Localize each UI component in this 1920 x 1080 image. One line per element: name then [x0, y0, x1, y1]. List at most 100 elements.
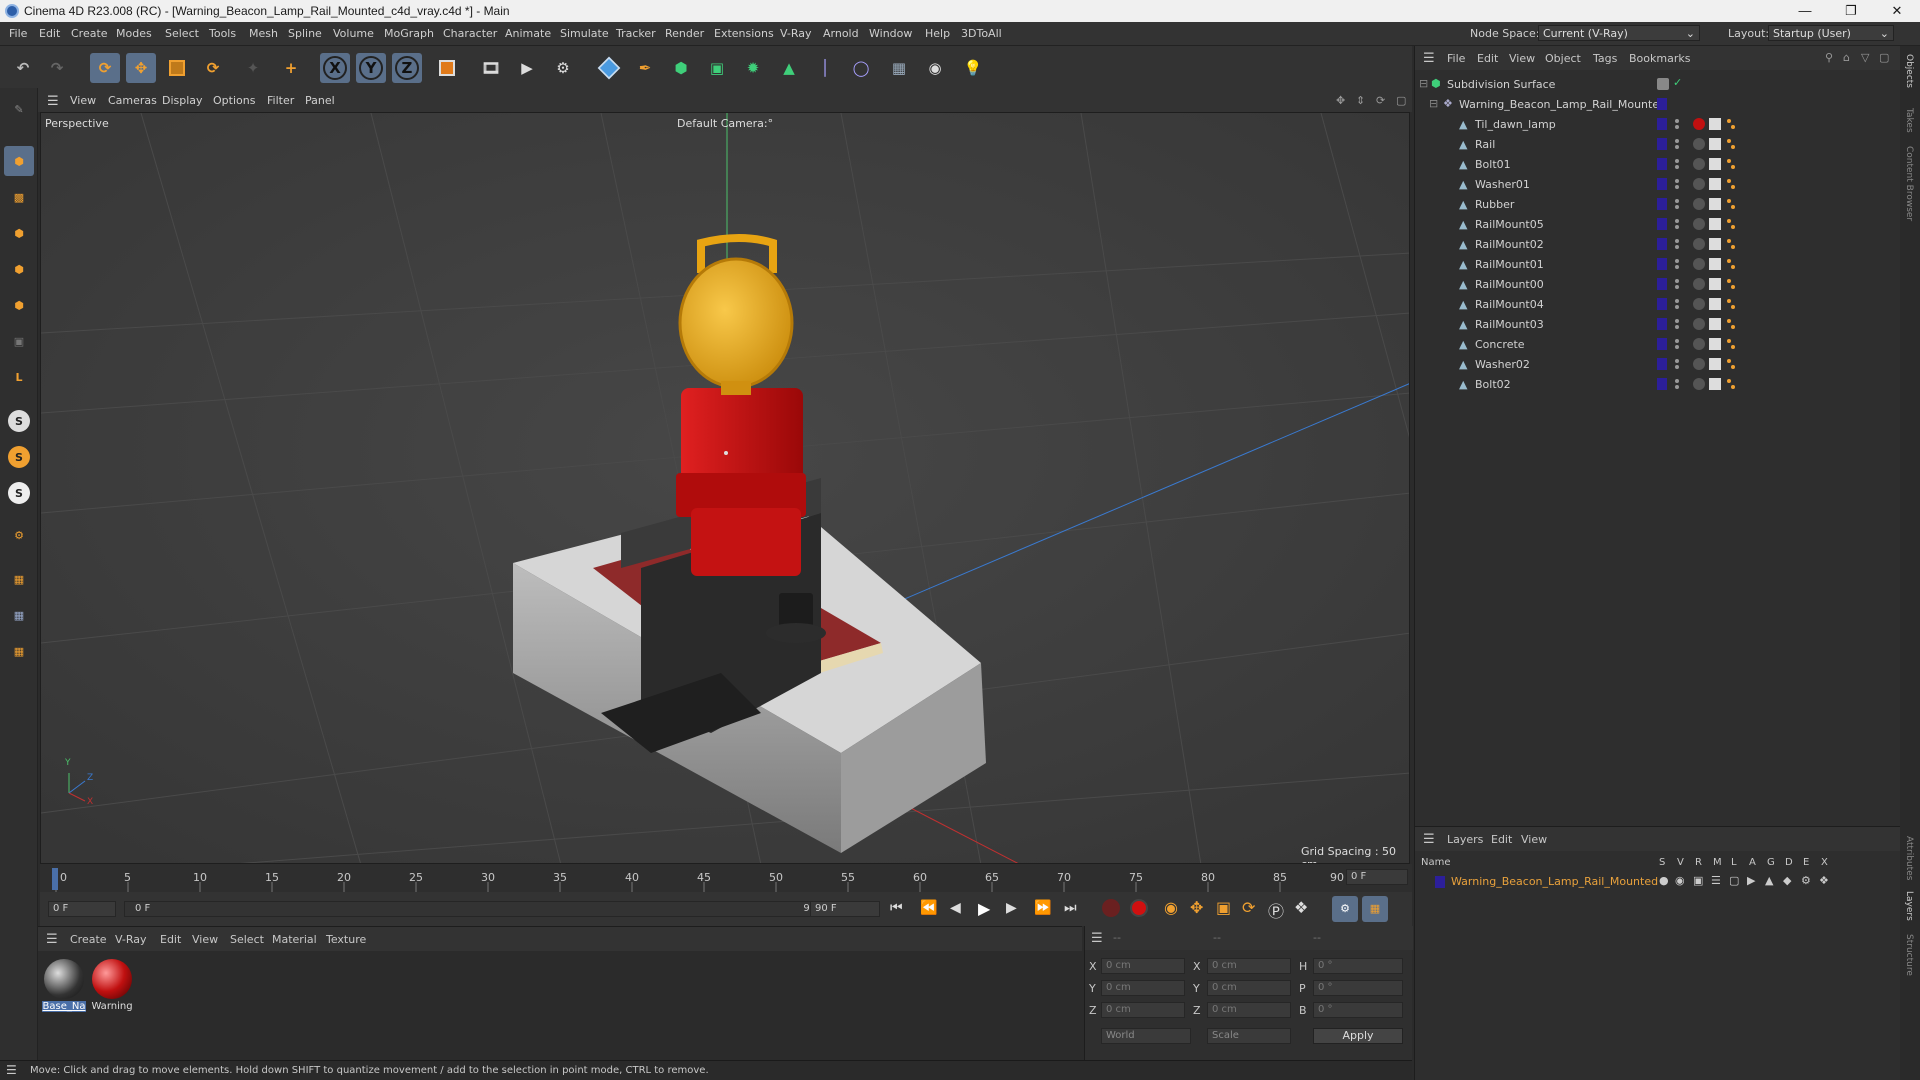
- mat-menu-select[interactable]: Select: [230, 933, 264, 946]
- coord-mode-dropdown[interactable]: World: [1101, 1028, 1191, 1044]
- maximize-button[interactable]: ❐: [1828, 0, 1874, 22]
- material-warning[interactable]: Warning: [90, 957, 134, 1015]
- menu-3dtoall[interactable]: 3DToAll: [961, 27, 1002, 40]
- layer-menu-layers[interactable]: Layers: [1447, 833, 1483, 846]
- maximize-view-icon[interactable]: ▢: [1396, 94, 1406, 107]
- material-base[interactable]: Base_Na: [42, 957, 86, 1015]
- layer-swatches[interactable]: [1657, 118, 1667, 390]
- menu-edit[interactable]: Edit: [39, 27, 60, 40]
- menu-tracker[interactable]: Tracker: [616, 27, 656, 40]
- hamburger-icon[interactable]: ☰: [47, 94, 59, 109]
- enable-checkbox[interactable]: [1657, 78, 1669, 90]
- next-frame-icon[interactable]: ▶: [1006, 900, 1017, 916]
- uv-mode-icon[interactable]: ▣: [4, 326, 34, 356]
- lock-toggle-icon[interactable]: ▢: [1729, 874, 1739, 887]
- field-icon[interactable]: ◯: [846, 53, 876, 83]
- tab-takes[interactable]: Takes: [1904, 108, 1914, 133]
- material-tags[interactable]: [1693, 118, 1705, 390]
- scale-icon[interactable]: [162, 53, 192, 83]
- search-icon[interactable]: ⚲: [1825, 51, 1833, 64]
- solo-toggle-icon[interactable]: ●: [1659, 874, 1669, 887]
- end-frame-field[interactable]: 90 F: [810, 901, 880, 917]
- deformer-icon[interactable]: ▲: [774, 53, 804, 83]
- menu-create[interactable]: Create: [71, 27, 108, 40]
- undo-icon[interactable]: ↶: [8, 53, 38, 83]
- recent-tool-icon[interactable]: ✦: [238, 53, 268, 83]
- pos-y-field[interactable]: 0 cm: [1101, 980, 1185, 996]
- camera-name[interactable]: Default Camera:°: [677, 117, 773, 130]
- camera-icon[interactable]: ◉: [920, 53, 950, 83]
- pan-icon[interactable]: ✥: [1336, 94, 1345, 107]
- menu-vray[interactable]: V-Ray: [780, 27, 812, 40]
- node-space-dropdown[interactable]: Current (V-Ray) ⌄: [1538, 25, 1700, 41]
- viewport-menu-view[interactable]: View: [70, 94, 96, 107]
- rot-h-field[interactable]: 0 °: [1313, 958, 1403, 974]
- menu-file[interactable]: File: [9, 27, 27, 40]
- hamburger-icon[interactable]: ☰: [1423, 832, 1435, 847]
- grid-icon[interactable]: ▦: [4, 564, 34, 594]
- current-frame-field[interactable]: 0 F: [1346, 869, 1408, 885]
- motion-mode-icon[interactable]: ⚙: [1332, 896, 1358, 922]
- timeline-layout-icon[interactable]: ▦: [1362, 896, 1388, 922]
- layer-menu-view[interactable]: View: [1521, 833, 1547, 846]
- pos-z-field[interactable]: 0 cm: [1101, 1002, 1185, 1018]
- tab-content-browser[interactable]: Content Browser: [1904, 146, 1914, 221]
- playhead[interactable]: [52, 868, 58, 890]
- go-to-start-icon[interactable]: ⏮: [890, 900, 903, 916]
- apply-button[interactable]: Apply: [1313, 1028, 1403, 1044]
- hamburger-icon[interactable]: ☰: [46, 932, 58, 947]
- redo-icon[interactable]: ↷: [42, 53, 72, 83]
- viewport-menu-display[interactable]: Display: [162, 94, 203, 107]
- render-settings-icon[interactable]: ⚙: [548, 53, 578, 83]
- menu-mograph[interactable]: MoGraph: [384, 27, 434, 40]
- menu-extensions[interactable]: Extensions: [714, 27, 774, 40]
- live-select-icon[interactable]: ⟳: [90, 53, 120, 83]
- prev-key-icon[interactable]: ⏪: [920, 900, 937, 916]
- orbit-icon[interactable]: ⟳: [1376, 94, 1385, 107]
- menu-render[interactable]: Render: [665, 27, 704, 40]
- mat-menu-view[interactable]: View: [192, 933, 218, 946]
- auto-key-icon[interactable]: [1130, 899, 1148, 917]
- viewport-menu-panel[interactable]: Panel: [305, 94, 335, 107]
- layer-menu-edit[interactable]: Edit: [1491, 833, 1512, 846]
- viewport[interactable]: Perspective Default Camera:° Grid Spacin…: [40, 112, 1410, 864]
- layout-dropdown[interactable]: Startup (User) ⌄: [1768, 25, 1894, 41]
- collapse-icon[interactable]: ⊟: [1429, 97, 1438, 110]
- polygon-mode-icon[interactable]: ⬢: [4, 290, 34, 320]
- new-window-icon[interactable]: ▢: [1879, 51, 1889, 64]
- texture-tags[interactable]: [1709, 118, 1721, 390]
- layer-row[interactable]: Warning_Beacon_Lamp_Rail_Mounted ● ◉ ▣ ☰…: [1415, 873, 1901, 891]
- solo-icon[interactable]: S: [4, 442, 34, 472]
- hamburger-icon[interactable]: ☰: [1091, 931, 1103, 946]
- layer-color-swatch[interactable]: [1435, 876, 1445, 888]
- visible-toggle-icon[interactable]: ◉: [1675, 874, 1685, 887]
- start-frame-field[interactable]: 0 F: [48, 901, 116, 917]
- prev-frame-icon[interactable]: ◀: [950, 900, 961, 916]
- menu-select[interactable]: Select: [165, 27, 199, 40]
- axis-icon[interactable]: +: [276, 53, 306, 83]
- viewport-menu-cameras[interactable]: Cameras: [108, 94, 157, 107]
- obj-menu-view[interactable]: View: [1509, 52, 1535, 65]
- pos-x-field[interactable]: 0 cm: [1101, 958, 1185, 974]
- hamburger-icon[interactable]: ☰: [6, 1063, 17, 1077]
- mat-menu-edit[interactable]: Edit: [160, 933, 181, 946]
- keyframe-selection-icon[interactable]: ◉: [1164, 898, 1178, 917]
- menu-animate[interactable]: Animate: [505, 27, 551, 40]
- rotate-icon[interactable]: ⟳: [198, 53, 228, 83]
- collapse-icon[interactable]: ⊟: [1419, 77, 1428, 90]
- check-icon[interactable]: ✓: [1673, 76, 1682, 89]
- obj-menu-file[interactable]: File: [1447, 52, 1465, 65]
- make-editable-icon[interactable]: ✎: [4, 94, 34, 124]
- mat-menu-texture[interactable]: Texture: [326, 933, 366, 946]
- move-icon[interactable]: ✥: [126, 53, 156, 83]
- mograph-cloner-icon[interactable]: ✹: [738, 53, 768, 83]
- xref-toggle-icon[interactable]: ❖: [1819, 874, 1829, 887]
- extrude-icon[interactable]: ▣: [702, 53, 732, 83]
- coord-size-mode-dropdown[interactable]: Scale: [1207, 1028, 1291, 1044]
- tab-attributes[interactable]: Attributes: [1904, 836, 1914, 880]
- vray-tags[interactable]: [1727, 119, 1735, 389]
- workplane-icon[interactable]: ⚙: [4, 520, 34, 550]
- menu-simulate[interactable]: Simulate: [560, 27, 609, 40]
- subdivision-icon[interactable]: ⬢: [666, 53, 696, 83]
- floor-icon[interactable]: ▦: [884, 53, 914, 83]
